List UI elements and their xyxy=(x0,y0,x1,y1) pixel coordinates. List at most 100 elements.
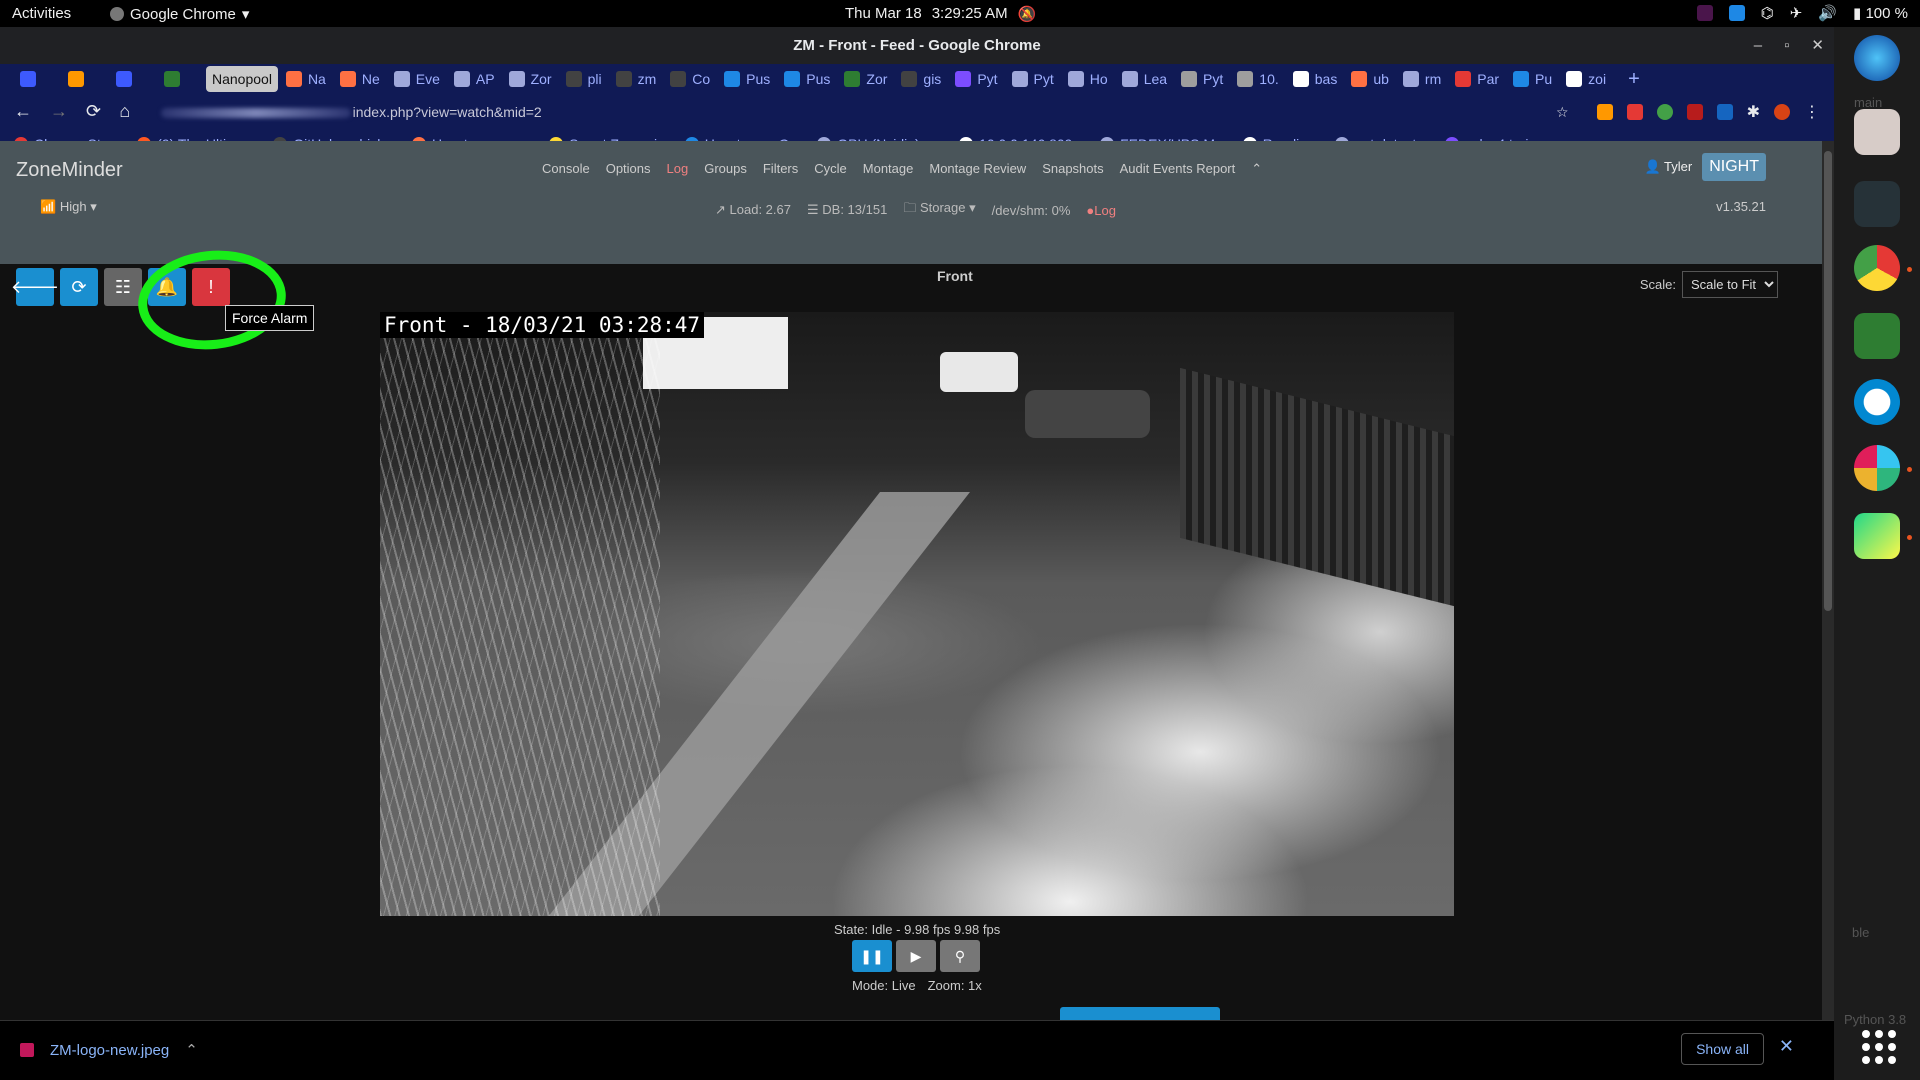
system-monitor-icon[interactable] xyxy=(1854,181,1900,227)
chevron-up-icon[interactable]: ⌃ xyxy=(185,1041,198,1059)
log-alert[interactable]: ●Log xyxy=(1086,203,1116,218)
browser-tab[interactable]: Pyt xyxy=(949,66,1003,92)
browser-tab[interactable] xyxy=(158,66,204,92)
activities-button[interactable]: Activities xyxy=(12,5,71,22)
zm-menu-item[interactable]: Options xyxy=(606,161,651,177)
kebab-menu-icon[interactable]: ⋮ xyxy=(1804,102,1820,122)
bookmark-star-icon[interactable]: ☆ xyxy=(1556,99,1569,125)
browser-tab[interactable]: Co xyxy=(664,66,716,92)
app-menu[interactable]: Google Chrome ▾ xyxy=(110,5,249,23)
airplane-icon[interactable]: ✈ xyxy=(1790,4,1803,22)
slack-tray-icon[interactable] xyxy=(1696,5,1713,21)
reload-icon[interactable]: ⟳ xyxy=(86,101,101,122)
new-tab-button[interactable]: + xyxy=(1628,68,1640,91)
network-icon[interactable]: ⌬ xyxy=(1761,4,1774,22)
forward-arrow-icon[interactable]: → xyxy=(50,101,68,122)
browser-tab[interactable]: Zor xyxy=(838,66,893,92)
zm-menu-item[interactable]: Groups xyxy=(704,161,747,177)
back-arrow-icon[interactable]: ← xyxy=(14,101,32,122)
maximize-button[interactable]: ▫ xyxy=(1784,27,1789,64)
zm-menu-item[interactable]: Cycle xyxy=(814,161,847,177)
volume-icon[interactable]: 🔊 xyxy=(1818,4,1837,22)
clock[interactable]: Thu Mar 18 3:29:25 AM 🔕 xyxy=(845,5,1036,23)
vscode-tray-icon[interactable] xyxy=(1728,5,1745,21)
close-window-button[interactable]: ✕ xyxy=(1811,27,1824,64)
zm-version[interactable]: v1.35.21 xyxy=(1716,199,1766,214)
browser-tab[interactable]: Nanopool xyxy=(206,66,278,92)
zm-menu-item[interactable]: Snapshots xyxy=(1042,161,1103,177)
bandwidth-selector[interactable]: 📶 High ▾ xyxy=(40,199,97,215)
browser-tab[interactable]: Pu xyxy=(1507,66,1558,92)
browser-tab[interactable]: Ne xyxy=(334,66,386,92)
browser-tab[interactable]: Pyt xyxy=(1175,66,1229,92)
minimize-button[interactable]: – xyxy=(1754,27,1762,64)
browser-tab[interactable]: Eve xyxy=(388,66,446,92)
extension-icon-5[interactable] xyxy=(1716,103,1733,120)
browser-tab[interactable] xyxy=(14,66,60,92)
storage-dropdown[interactable]: 🗀 Storage ▾ xyxy=(903,199,975,221)
show-applications-icon[interactable] xyxy=(1862,1030,1896,1064)
zm-menu-item[interactable]: Montage xyxy=(863,161,914,177)
system-tray[interactable]: ⌬ ✈ 🔊 ▮ 100 % xyxy=(1696,4,1908,22)
battery-status[interactable]: ▮ 100 % xyxy=(1853,4,1908,22)
browser-tab[interactable]: Zor xyxy=(503,66,558,92)
browser-tab[interactable]: Pus xyxy=(718,66,776,92)
browser-tab[interactable]: Ho xyxy=(1062,66,1114,92)
extension-icon-3[interactable] xyxy=(1656,103,1673,120)
zm-brand[interactable]: ZoneMinder xyxy=(16,159,123,182)
browser-tab[interactable]: Na xyxy=(280,66,332,92)
browser-tab[interactable]: zm xyxy=(610,66,663,92)
pause-button[interactable]: ❚❚ xyxy=(852,940,892,972)
run-state-button[interactable]: NIGHT xyxy=(1702,153,1766,181)
crossover-icon[interactable] xyxy=(1854,379,1900,425)
browser-tab[interactable]: Lea xyxy=(1116,66,1173,92)
profile-avatar[interactable] xyxy=(1774,103,1790,120)
back-button[interactable]: 🡐 xyxy=(11,268,59,306)
browser-tab[interactable]: 10. xyxy=(1231,66,1284,92)
ublock-icon[interactable] xyxy=(1686,103,1703,120)
download-item[interactable]: ZM-logo-new.jpeg ⌃ xyxy=(20,1041,198,1059)
terminal-download-icon[interactable] xyxy=(1854,313,1900,359)
browser-tab[interactable]: pli xyxy=(560,66,608,92)
thunderbird-icon[interactable] xyxy=(1854,35,1900,81)
zm-menu-item[interactable]: Audit Events Report xyxy=(1120,161,1236,177)
puzzle-icon[interactable]: ✱ xyxy=(1747,102,1760,122)
page-scrollbar[interactable] xyxy=(1822,141,1834,1020)
browser-tab[interactable] xyxy=(62,66,108,92)
files-icon[interactable] xyxy=(1854,109,1900,155)
address-bar[interactable]: index.php?view=watch&mid=2 ☆ xyxy=(149,99,1579,125)
extension-icon-1[interactable] xyxy=(1596,103,1613,120)
zm-menu-item[interactable]: Log xyxy=(667,161,689,177)
zm-menu-item[interactable]: Montage Review xyxy=(929,161,1026,177)
browser-tab[interactable]: Pyt xyxy=(1006,66,1060,92)
camera-feed[interactable]: Front - 18/03/21 03:28:47 xyxy=(380,312,1454,916)
scale-select[interactable]: Scale to Fit xyxy=(1682,271,1778,298)
show-all-button[interactable]: Show all xyxy=(1681,1033,1764,1065)
browser-tab[interactable]: Par xyxy=(1449,66,1505,92)
tab-label: Pus xyxy=(806,71,831,87)
collapse-menu-icon[interactable]: ⌃ xyxy=(1251,161,1262,177)
zm-menu-item[interactable]: Console xyxy=(542,161,590,177)
home-icon[interactable]: ⌂ xyxy=(119,101,131,122)
browser-tab[interactable]: zoi xyxy=(1560,66,1612,92)
browser-tab[interactable]: AP xyxy=(448,66,501,92)
scrollbar-thumb[interactable] xyxy=(1824,151,1832,611)
browser-tab[interactable]: ub xyxy=(1345,66,1395,92)
browser-tab[interactable]: gis xyxy=(895,66,947,92)
extension-icon-2[interactable] xyxy=(1626,103,1643,120)
slack-icon[interactable] xyxy=(1854,445,1900,491)
zoom-button[interactable]: ⚲ xyxy=(940,940,980,972)
user-account[interactable]: 👤 Tyler xyxy=(1644,159,1692,175)
browser-tab[interactable]: bas xyxy=(1287,66,1344,92)
play-button[interactable]: ▶ xyxy=(896,940,936,972)
browser-tab[interactable] xyxy=(110,66,156,92)
refresh-button[interactable]: ⟳ xyxy=(60,268,98,306)
close-shelf-icon[interactable]: ✕ xyxy=(1779,1036,1794,1057)
pycharm-icon[interactable] xyxy=(1854,513,1900,559)
partial-bottom-button[interactable] xyxy=(1060,1007,1220,1021)
chrome-icon[interactable] xyxy=(1854,245,1900,291)
settings-button[interactable]: ☷ xyxy=(104,268,142,306)
browser-tab[interactable]: rm xyxy=(1397,66,1447,92)
browser-tab[interactable]: Pus xyxy=(778,66,836,92)
zm-menu-item[interactable]: Filters xyxy=(763,161,798,177)
